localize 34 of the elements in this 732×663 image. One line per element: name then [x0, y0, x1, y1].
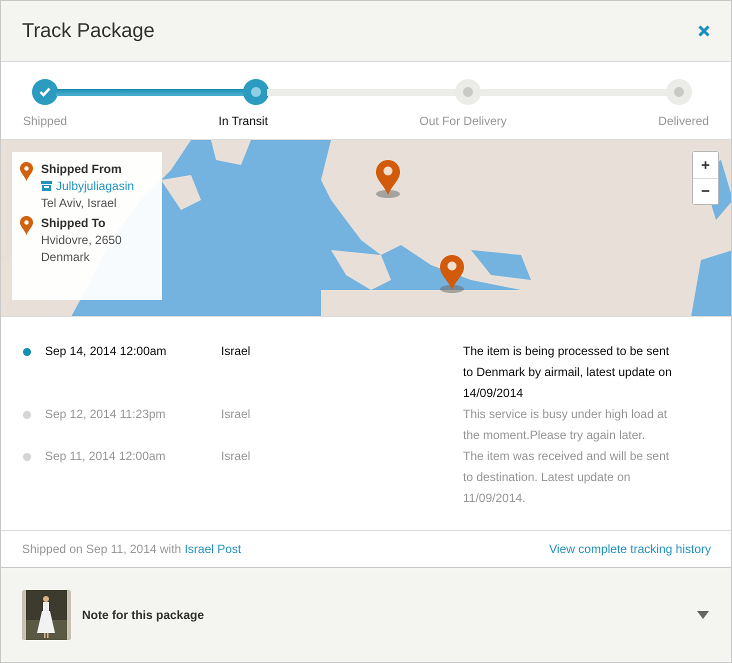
caret-icon: [697, 611, 709, 619]
event-location: Israel: [221, 406, 252, 423]
carrier-link[interactable]: Israel Post: [184, 542, 242, 556]
event-location: Israel: [221, 343, 252, 360]
event-description: The item was received and will be sent to destination. Latest update on 11/09/2014.: [463, 448, 670, 507]
origin-place: Tel Aviv, Israel: [41, 196, 118, 210]
event-location: Israel: [221, 448, 252, 465]
event-date: Sep 11, 2014 12:00am: [45, 448, 167, 465]
event-description: This service is busy under high load at the moment.Please try again later.: [463, 406, 668, 444]
step-label: Delivered: [658, 114, 709, 128]
shipping-summary: Shipped on Sep 11, 2014 with Israel Post: [22, 542, 242, 556]
destination-address: Denmark: [41, 250, 91, 264]
step-label: In Transit: [218, 114, 268, 128]
destination-heading: Shipped To: [41, 216, 106, 230]
destination-address: Hvidovre, 2650: [41, 233, 122, 247]
event-description: The item is being processed to be sent to Denmark by airmail, latest update on 14/09/2014: [463, 343, 673, 402]
step-label: Shipped: [23, 114, 68, 128]
tracking-history-link[interactable]: View complete tracking history: [549, 542, 711, 556]
check-icon: [39, 87, 51, 97]
map-pin-icon: [439, 254, 465, 294]
note-label: Note for this package: [82, 608, 206, 622]
origin-heading: Shipped From: [41, 162, 123, 176]
location-pin-icon: [20, 216, 33, 235]
location-pin-icon: [20, 162, 33, 181]
store-link[interactable]: Julbyjuliagasin: [41, 179, 134, 193]
step-label: Out For Delivery: [419, 114, 507, 128]
store-icon: [41, 181, 52, 191]
close-icon: [698, 25, 710, 37]
zoom-out-button[interactable]: −: [693, 178, 718, 204]
event-date: Sep 14, 2014 12:00am: [45, 343, 168, 360]
map-pin-icon: [375, 159, 401, 199]
window-title: Track Package: [22, 20, 155, 42]
event-date: Sep 12, 2014 11:23pm: [45, 406, 167, 423]
expand-toggle[interactable]: [697, 611, 709, 619]
